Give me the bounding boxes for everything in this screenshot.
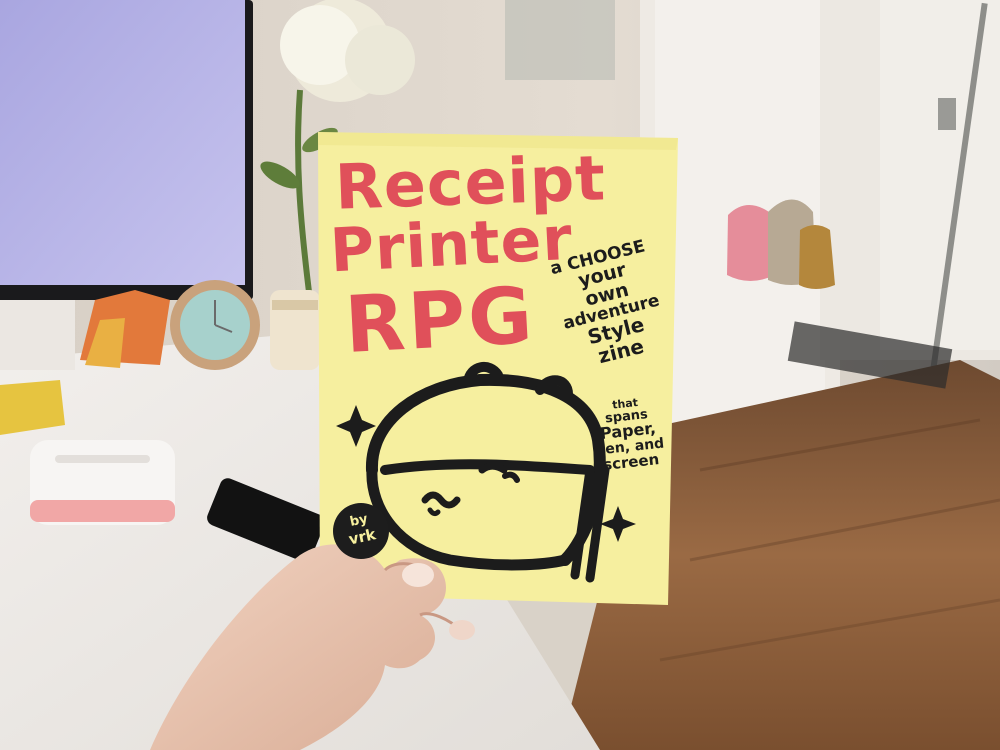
desk-clock xyxy=(170,280,260,370)
jar xyxy=(270,290,320,370)
photo-scene: Receipt Printer RPG a CHOOSE your own ad… xyxy=(0,0,1000,750)
receipt-printer-device xyxy=(30,440,175,525)
zine-title-line-2: Printer xyxy=(328,203,575,287)
zine-title-line-3: RPG xyxy=(342,271,538,371)
zine-subtagline: that spans Paper, Pen, and screen xyxy=(590,395,667,474)
